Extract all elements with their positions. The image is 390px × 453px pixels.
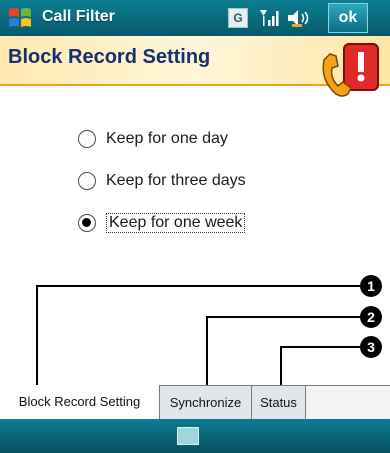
signal-strength-icon[interactable] [258, 8, 280, 28]
callout-line-1-v [36, 285, 38, 389]
bottom-bar [0, 419, 390, 453]
retention-options: Keep for one day Keep for three days Kee… [78, 118, 246, 244]
volume-icon[interactable] [286, 8, 316, 28]
option-one-day[interactable]: Keep for one day [78, 118, 246, 160]
callout-line-2-v [206, 316, 208, 389]
callout-line-2-h [206, 316, 360, 318]
title-bar: Call Filter G ok [0, 0, 390, 36]
callout-line-3-v [280, 346, 282, 389]
tab-synchronize[interactable]: Synchronize [160, 386, 252, 419]
option-three-days-label: Keep for three days [106, 172, 246, 189]
radio-one-day[interactable] [78, 130, 96, 148]
tab-block-record-setting[interactable]: Block Record Setting [0, 385, 160, 419]
callout-1: 1 [360, 275, 382, 297]
gprs-indicator-icon[interactable]: G [228, 8, 248, 28]
option-three-days[interactable]: Keep for three days [78, 160, 246, 202]
keyboard-icon[interactable] [177, 427, 199, 445]
callout-3: 3 [360, 336, 382, 358]
tab-bar: Block Record Setting Synchronize Status [0, 385, 390, 420]
app-title: Call Filter [42, 8, 115, 25]
option-one-week-label: Keep for one week [106, 213, 246, 233]
page-title: Block Record Setting [8, 46, 211, 68]
call-filter-graphic [322, 43, 379, 97]
callout-line-1-h [36, 285, 360, 287]
callout-2: 2 [360, 306, 382, 328]
tab-status[interactable]: Status [252, 386, 306, 419]
option-one-day-label: Keep for one day [106, 130, 228, 147]
callout-line-3-h [280, 346, 360, 348]
option-one-week[interactable]: Keep for one week [78, 202, 246, 244]
ok-button[interactable]: ok [328, 3, 368, 33]
radio-three-days[interactable] [78, 172, 96, 190]
radio-one-week[interactable] [78, 214, 96, 232]
start-icon[interactable] [6, 5, 34, 31]
